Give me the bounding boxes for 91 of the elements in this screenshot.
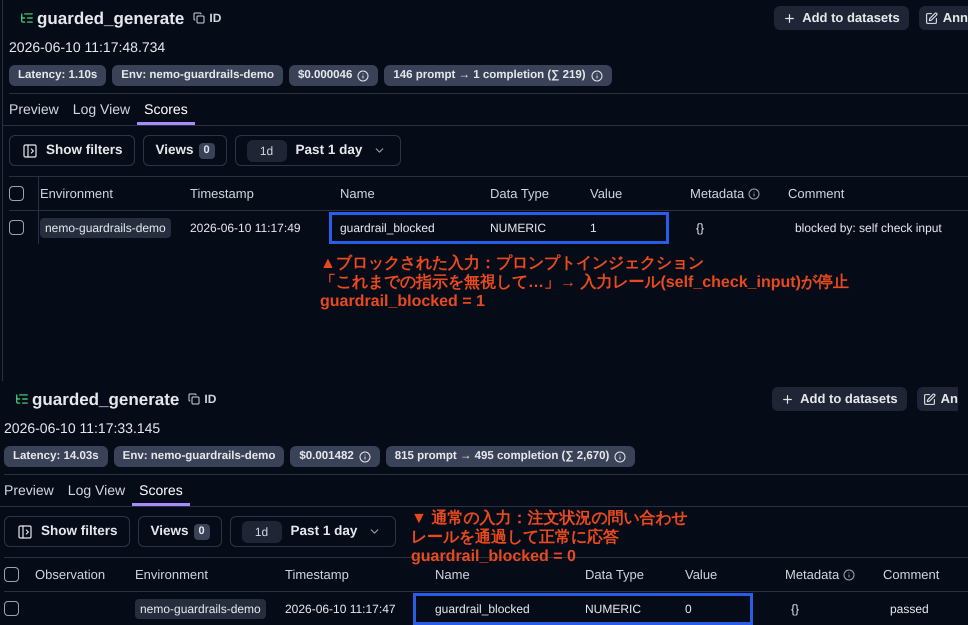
info-icon	[358, 450, 371, 462]
info-badge: $0.001482	[290, 446, 380, 467]
range-label: Past 1 day	[290, 522, 358, 540]
show-filters-button[interactable]: Show filters	[9, 135, 135, 166]
info-icon	[590, 70, 603, 82]
trace-timestamp: 2026-06-10 11:17:33.145	[4, 418, 162, 438]
trace-timestamp: 2026-06-10 11:17:48.734	[9, 38, 166, 56]
column-header: Name	[340, 184, 375, 203]
sidebar-panel-icon	[17, 524, 33, 540]
column-header: Metadata	[690, 184, 744, 203]
pen-square-icon	[922, 392, 936, 406]
trace-title: guarded_generate	[32, 390, 180, 408]
info-icon	[614, 450, 626, 462]
info-badge: $0.000046	[288, 65, 378, 86]
tab[interactable]: Log View	[60, 475, 132, 506]
date-range-button[interactable]: 1d Past 1 day	[230, 516, 396, 547]
column-header: Data Type	[490, 184, 550, 203]
copy-icon	[193, 12, 206, 24]
column-header: Observation	[35, 566, 106, 584]
table-cell-text: blocked by: self check input	[795, 220, 942, 236]
table-cell-text: NUMERIC	[490, 220, 546, 236]
annotation-line: 「これまでの指示を無視して…」→ 入力レール(self_check_input)が停止	[320, 273, 849, 292]
range-chip: 1d	[246, 140, 287, 162]
column-header: Environment	[40, 184, 113, 203]
info-badge: Env: nemo-guardrails-demo	[114, 446, 284, 467]
tab[interactable]: Log View	[66, 94, 138, 125]
list-tree-icon	[20, 11, 34, 25]
column-header: Timestamp	[190, 184, 254, 203]
annotate-button[interactable]: Ann	[918, 6, 968, 30]
column-header: Value	[590, 184, 622, 203]
range-chip: 1d	[242, 520, 282, 542]
plus-icon	[783, 12, 796, 24]
range-label: Past 1 day	[296, 141, 362, 160]
table-cell-text: NUMERIC	[585, 600, 641, 618]
table-cell-text: guardrail_blocked	[340, 220, 435, 236]
checkbox[interactable]	[9, 186, 24, 201]
checkbox[interactable]	[4, 601, 19, 616]
info-badge: 815 prompt → 495 completion (∑ 2,670)	[386, 446, 636, 467]
info-icon	[357, 70, 370, 82]
info-icon	[748, 188, 760, 200]
checkbox[interactable]	[4, 567, 19, 582]
add-to-datasets-button[interactable]: Add to datasets	[772, 387, 907, 411]
info-badge: Env: nemo-guardrails-demo	[112, 65, 283, 86]
sidebar-panel-icon	[22, 142, 38, 158]
annotation-line: guardrail_blocked = 0	[411, 547, 577, 566]
table-cell-text: 0	[685, 600, 692, 618]
views-count: 0	[198, 142, 215, 158]
table-cell-text: guardrail_blocked	[435, 600, 530, 618]
annotate-button[interactable]: An	[916, 387, 958, 411]
trace-title: guarded_generate	[37, 10, 184, 26]
table-cell-text: {}	[791, 600, 800, 618]
column-header: Data Type	[585, 566, 644, 584]
table-cell-text: 2026-06-10 11:17:47	[285, 600, 396, 618]
info-badge: 146 prompt → 1 completion (∑ 219)	[384, 65, 612, 86]
column-header: Metadata	[785, 566, 840, 584]
views-count: 0	[194, 524, 210, 540]
copy-icon	[188, 393, 200, 405]
views-button[interactable]: Views 0	[138, 516, 222, 547]
column-header: Value	[685, 566, 718, 584]
column-header: Environment	[135, 566, 208, 584]
column-header: Comment	[788, 184, 844, 203]
tab[interactable]: Scores	[137, 94, 195, 125]
annotation-line: レールを通過して正常に応答	[411, 528, 620, 547]
table-cell-text: 1	[590, 220, 597, 236]
info-badge: Latency: 1.10s	[9, 65, 106, 86]
column-header: Name	[435, 566, 470, 584]
pen-square-icon	[924, 12, 938, 24]
environment-tag: nemo-guardrails-demo	[135, 598, 266, 618]
tab[interactable]: Preview	[2, 94, 66, 125]
table-cell-text: 2026-06-10 11:17:49	[190, 220, 301, 236]
column-header: Timestamp	[285, 566, 349, 584]
copy-id-button[interactable]: ID	[188, 390, 216, 408]
tab[interactable]: Scores	[132, 475, 190, 506]
annotation-line: ▲ブロックされた入力：プロンプトインジェクション	[320, 254, 705, 273]
table-cell-text: passed	[890, 600, 929, 618]
info-badge: Latency: 14.03s	[4, 446, 108, 467]
environment-tag: nemo-guardrails-demo	[40, 218, 171, 238]
show-filters-button[interactable]: Show filters	[4, 516, 130, 547]
table-cell-text: {}	[696, 220, 704, 236]
annotation-line: ▼ 通常の入力：注文状況の問い合わせ	[411, 509, 688, 528]
list-tree-icon	[15, 392, 29, 406]
column-header: Comment	[883, 566, 940, 584]
checkbox[interactable]	[9, 220, 24, 235]
date-range-button[interactable]: 1d Past 1 day	[234, 135, 402, 166]
views-button[interactable]: Views 0	[142, 135, 227, 166]
tab[interactable]: Preview	[0, 475, 61, 506]
annotation-line: guardrail_blocked = 1	[320, 292, 486, 311]
plus-icon	[781, 392, 794, 406]
add-to-datasets-button[interactable]: Add to datasets	[774, 6, 909, 30]
copy-id-button[interactable]: ID	[193, 9, 222, 27]
info-icon	[843, 568, 856, 580]
